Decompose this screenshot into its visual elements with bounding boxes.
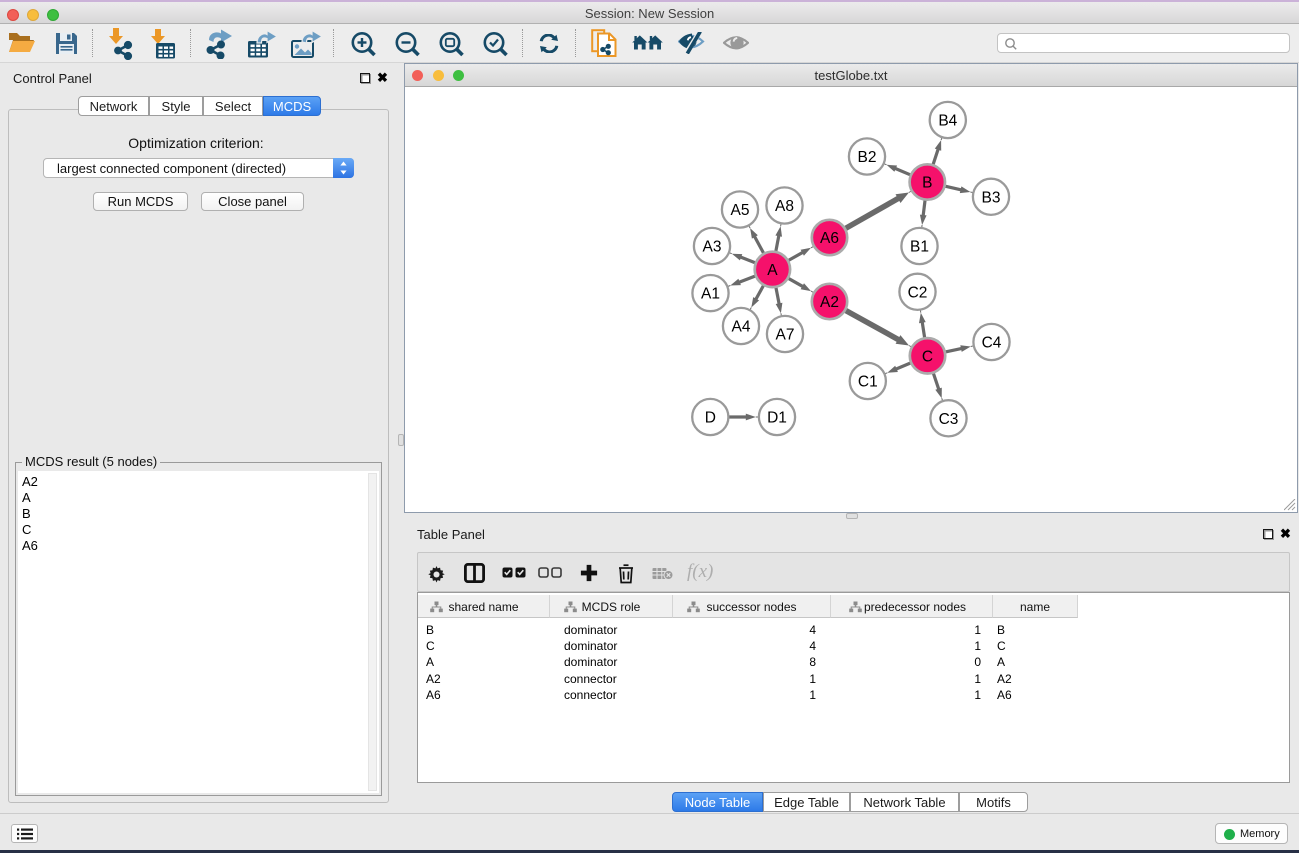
svg-text:C: C	[922, 348, 933, 365]
svg-text:C2: C2	[908, 284, 928, 301]
svg-text:A3: A3	[703, 239, 722, 256]
svg-text:A6: A6	[820, 230, 839, 247]
svg-text:D1: D1	[767, 410, 787, 427]
svg-text:C1: C1	[858, 374, 878, 391]
svg-text:B: B	[922, 175, 932, 192]
svg-text:A1: A1	[701, 286, 720, 303]
svg-text:B2: B2	[858, 149, 877, 166]
svg-text:A8: A8	[775, 198, 794, 215]
svg-text:A: A	[767, 262, 778, 279]
svg-text:B1: B1	[910, 239, 929, 256]
svg-text:C4: C4	[982, 335, 1002, 352]
svg-text:B3: B3	[982, 189, 1001, 206]
svg-text:A5: A5	[731, 202, 750, 219]
svg-text:B4: B4	[938, 113, 957, 130]
svg-text:D: D	[705, 410, 716, 427]
svg-text:C3: C3	[939, 411, 959, 428]
svg-text:A4: A4	[732, 319, 751, 336]
svg-text:A7: A7	[776, 327, 795, 344]
svg-text:A2: A2	[820, 294, 839, 311]
